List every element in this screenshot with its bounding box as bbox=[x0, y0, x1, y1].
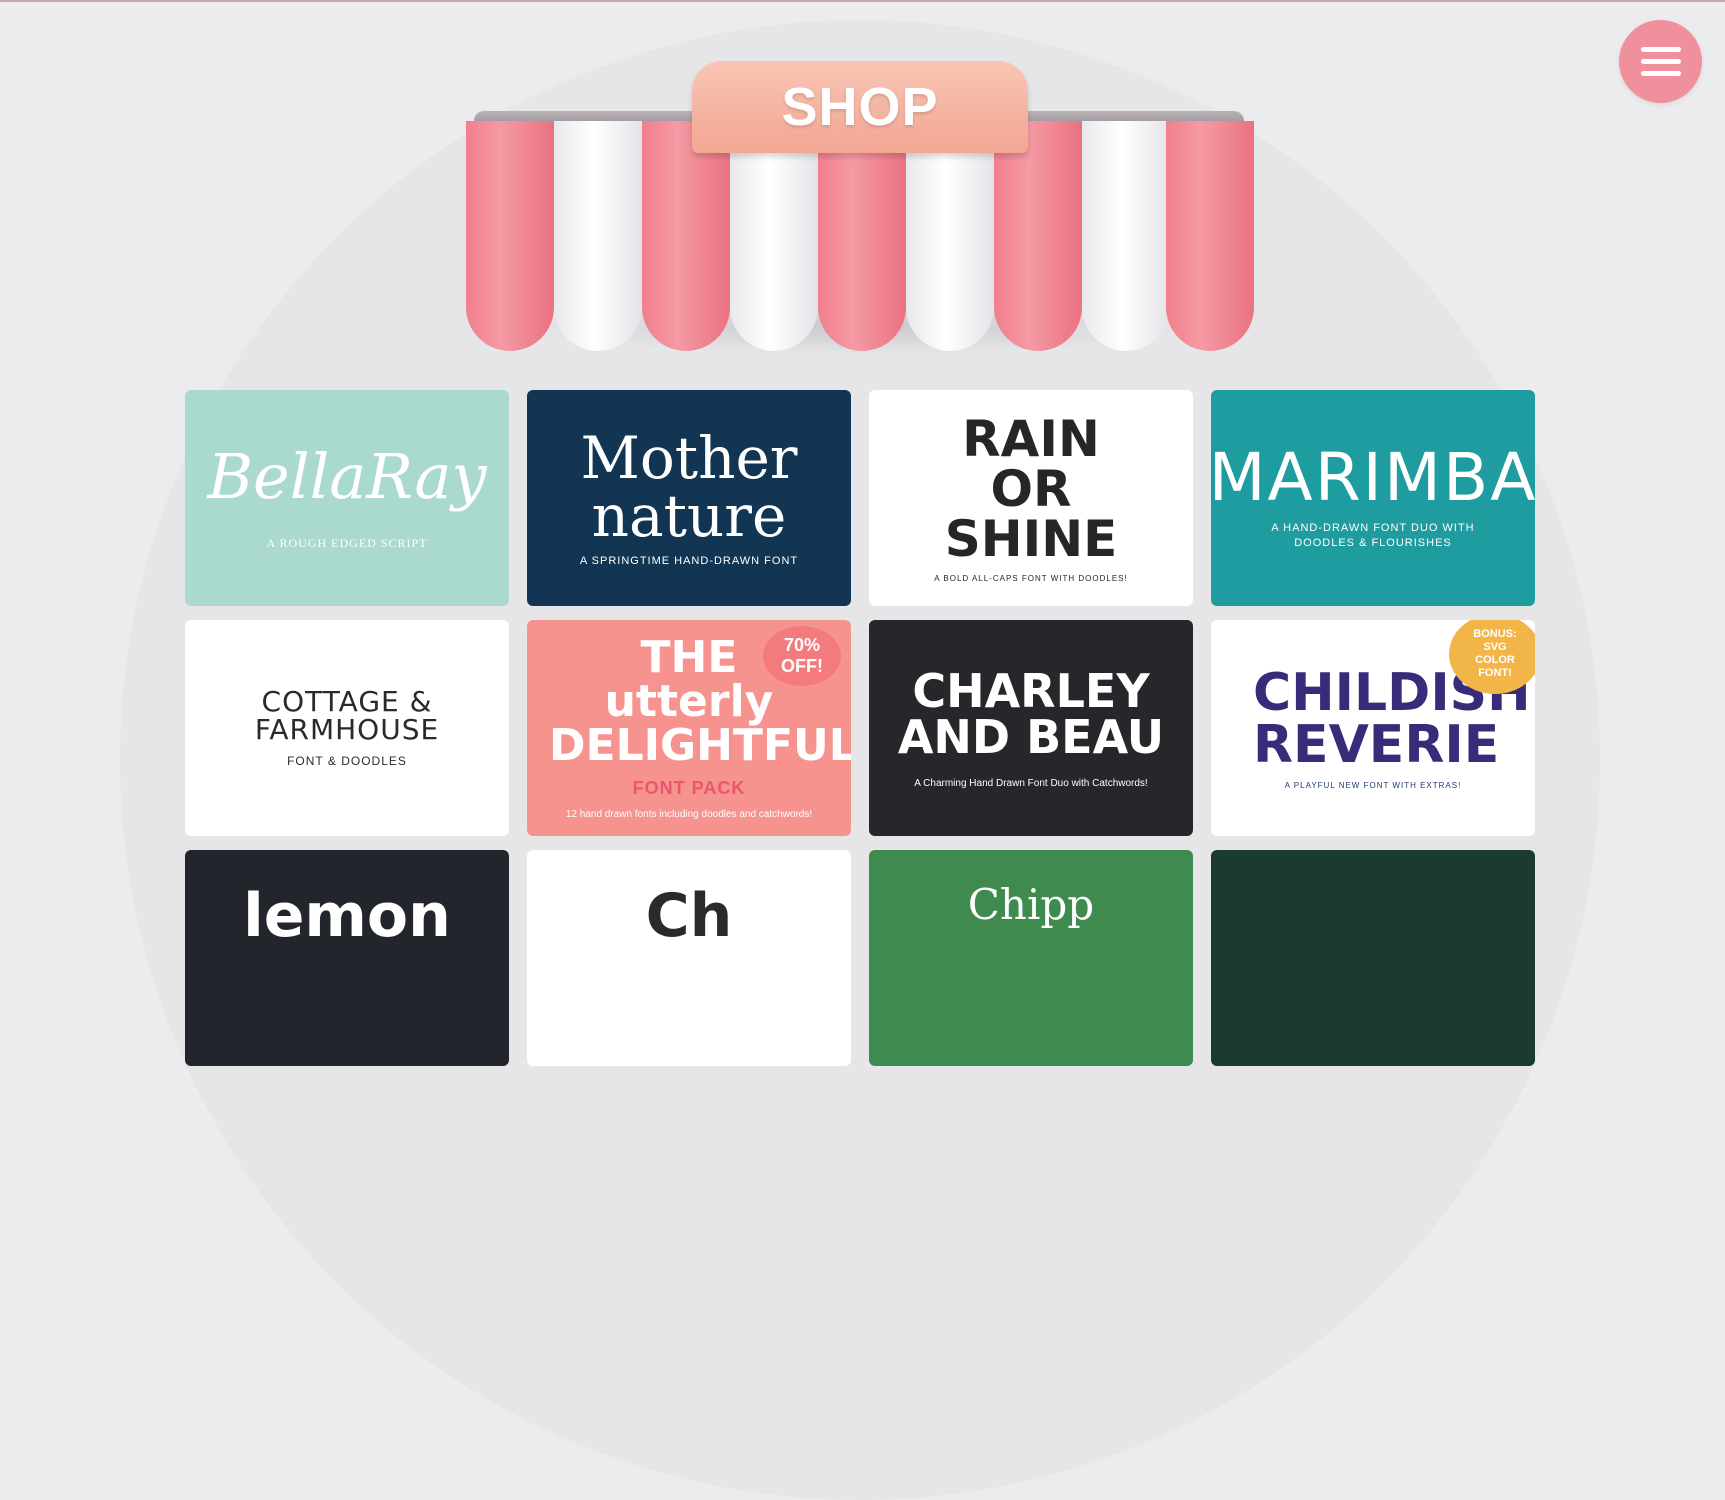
product-subtitle: A PLAYFUL NEW FONT WITH EXTRAS! bbox=[1284, 780, 1462, 790]
product-subtitle: FONT & DOODLES bbox=[287, 754, 407, 768]
product-card-rain-or-shine[interactable]: RAIN OR SHINE A BOLD ALL-CAPS FONT WITH … bbox=[869, 390, 1193, 606]
product-title: RAIN OR SHINE bbox=[944, 409, 1118, 568]
product-card-childish-reverie[interactable]: BONUS: SVG COLOR FONT! CHILDISH REVERIE … bbox=[1211, 620, 1535, 836]
product-title: lemon bbox=[243, 881, 451, 951]
awning-stripe bbox=[730, 121, 818, 351]
product-card-lemon[interactable]: lemon bbox=[185, 850, 509, 1066]
awning-stripe bbox=[554, 121, 642, 351]
awning-stripe bbox=[1166, 121, 1254, 351]
product-title: Ch bbox=[645, 881, 733, 951]
product-card-floral[interactable] bbox=[1211, 850, 1535, 1066]
awning-stripe bbox=[466, 121, 554, 351]
product-card-green-script[interactable]: Chipp bbox=[869, 850, 1193, 1066]
product-title: CHARLEY AND BEAU bbox=[897, 663, 1165, 764]
shop-awning: SHOP bbox=[460, 55, 1260, 355]
awning-stripe bbox=[642, 121, 730, 351]
discount-badge: 70% OFF! bbox=[763, 626, 841, 686]
product-title: MARIMBA bbox=[1211, 438, 1535, 516]
product-title: COTTAGE & FARMHOUSE bbox=[254, 685, 440, 746]
menu-button[interactable] bbox=[1619, 20, 1702, 103]
product-card-cottage-farmhouse[interactable]: COTTAGE & FARMHOUSE FONT & DOODLES bbox=[185, 620, 509, 836]
awning-stripe bbox=[818, 121, 906, 351]
shop-sign: SHOP bbox=[692, 61, 1028, 153]
shop-sign-text: SHOP bbox=[781, 77, 939, 137]
awning-stripes bbox=[466, 121, 1254, 351]
product-subtitle: A HAND-DRAWN FONT DUO WITH DOODLES & FLO… bbox=[1271, 521, 1475, 549]
product-card-marimba[interactable]: MARIMBA A HAND-DRAWN FONT DUO WITH DOODL… bbox=[1211, 390, 1535, 606]
hamburger-bar bbox=[1641, 59, 1681, 64]
product-card-delightful[interactable]: 70% OFF! THE utterly DELIGHTFUL FONT PAC… bbox=[527, 620, 851, 836]
product-title: Chipp bbox=[967, 880, 1095, 929]
product-subtitle: FONT PACK bbox=[632, 778, 746, 798]
product-subtitle: A SPRINGTIME HAND-DRAWN FONT bbox=[579, 555, 799, 567]
product-title: CHILDISH REVERIE bbox=[1253, 662, 1531, 775]
product-extra-text: 12 hand drawn fonts including doodles an… bbox=[565, 809, 813, 820]
awning-stripe bbox=[1082, 121, 1170, 351]
awning-stripe bbox=[906, 121, 994, 351]
product-subtitle: A ROUGH EDGED SCRIPT bbox=[266, 535, 428, 550]
top-border-line bbox=[0, 0, 1725, 2]
product-subtitle: A BOLD ALL-CAPS FONT WITH DOODLES! bbox=[934, 573, 1128, 583]
product-card-mother-nature[interactable]: Mother nature A SPRINGTIME HAND-DRAWN FO… bbox=[527, 390, 851, 606]
product-subtitle: A Charming Hand Drawn Font Duo with Catc… bbox=[914, 777, 1148, 789]
product-title: BellaRay bbox=[207, 439, 487, 513]
product-card-charley-and-beau[interactable]: CHARLEY AND BEAU A Charming Hand Drawn F… bbox=[869, 620, 1193, 836]
awning-stripe bbox=[994, 121, 1082, 351]
bonus-badge-text: BONUS: SVG COLOR FONT! bbox=[1473, 627, 1517, 680]
product-title: Mother nature bbox=[580, 424, 798, 550]
hamburger-bar bbox=[1641, 71, 1681, 76]
hamburger-menu-icon bbox=[1641, 47, 1681, 52]
product-card-bella-ray[interactable]: BellaRay A ROUGH EDGED SCRIPT bbox=[185, 390, 509, 606]
product-card-white-script[interactable]: Ch bbox=[527, 850, 851, 1066]
